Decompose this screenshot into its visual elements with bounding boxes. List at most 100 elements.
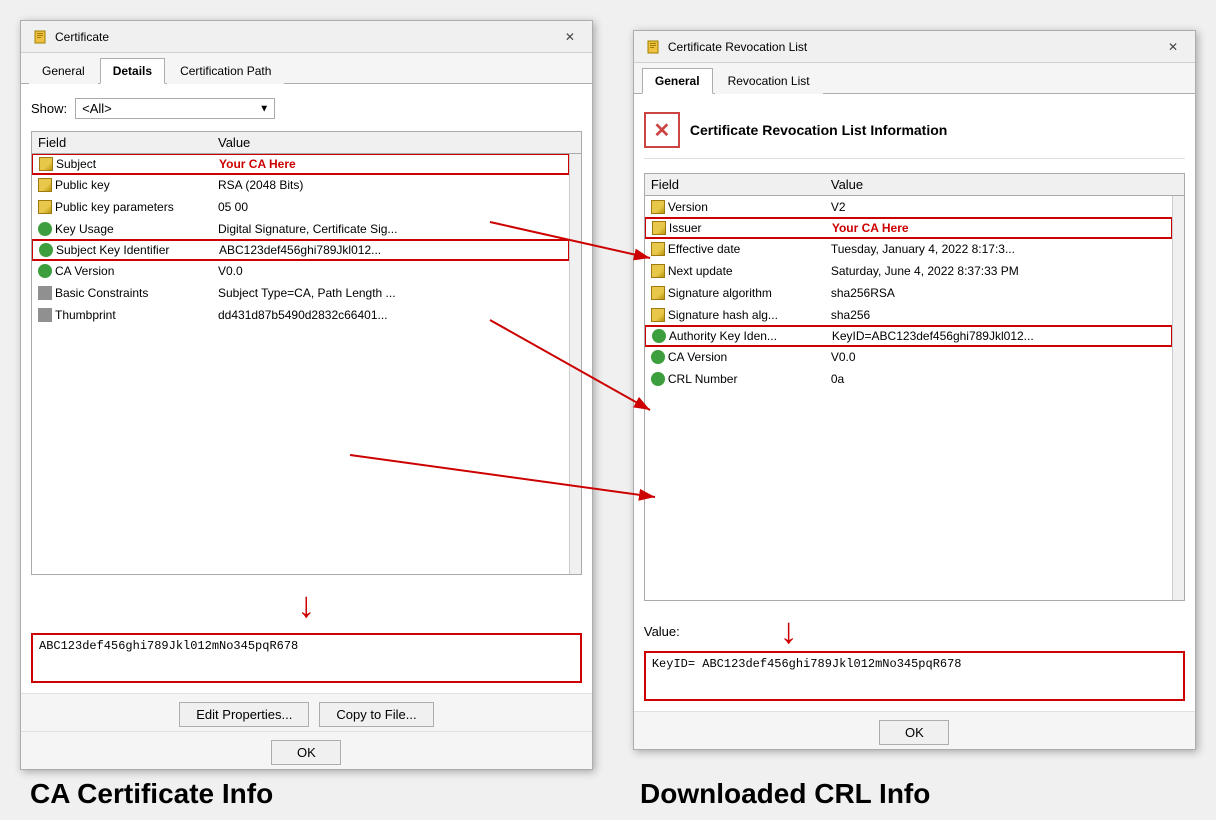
table-row[interactable]: Subject Your CA Here	[32, 154, 569, 175]
crl-row-field-6: Authority Key Iden...	[652, 329, 832, 343]
table-row[interactable]: Version V2	[645, 196, 1172, 218]
table-row[interactable]: Signature hash alg... sha256	[645, 304, 1172, 326]
cert-ok-button[interactable]: OK	[271, 740, 341, 765]
table-row[interactable]: CRL Number 0a	[645, 368, 1172, 390]
crl-row-icon-2	[651, 242, 665, 256]
crl-scrollbar[interactable]	[1172, 196, 1184, 600]
crl-row-value-8: 0a	[831, 372, 1166, 386]
crl-table-body: Version V2 Issuer Your CA Here	[645, 196, 1172, 600]
crl-col-field: Field	[651, 177, 831, 192]
cert-row-field-5: CA Version	[38, 264, 218, 278]
cert-table-header: Field Value	[32, 132, 581, 154]
crl-row-icon-0	[651, 200, 665, 214]
table-row[interactable]: Authority Key Iden... KeyID=ABC123def456…	[645, 325, 1172, 347]
crl-ok-button[interactable]: OK	[879, 720, 949, 745]
crl-row-icon-4	[651, 286, 665, 300]
cert-row-field-3: Key Usage	[38, 222, 218, 236]
crl-row-value-4: sha256RSA	[831, 286, 1166, 300]
certificate-close-button[interactable]: ✕	[560, 27, 580, 47]
crl-info-title: Certificate Revocation List Information	[690, 122, 947, 138]
cert-row-icon-1	[38, 178, 52, 192]
show-select-wrapper: <All> ▼	[75, 98, 275, 119]
crl-row-field-0: Version	[651, 200, 831, 214]
crl-row-field-8: CRL Number	[651, 372, 831, 386]
cert-row-value-4: ABC123def456ghi789Jkl012...	[219, 243, 562, 257]
tab-certification-path[interactable]: Certification Path	[167, 58, 284, 84]
table-row[interactable]: Public key parameters 05 00	[32, 196, 569, 218]
crl-row-icon-3	[651, 264, 665, 278]
crl-value-label: Value:	[644, 624, 680, 639]
table-row[interactable]: Signature algorithm sha256RSA	[645, 282, 1172, 304]
crl-row-field-7: CA Version	[651, 350, 831, 364]
crl-value-section: Value: ↓ KeyID= ABC123def456ghi789Jkl012…	[644, 609, 1185, 701]
table-row[interactable]: Public key RSA (2048 Bits)	[32, 174, 569, 196]
crl-row-field-2: Effective date	[651, 242, 831, 256]
table-row[interactable]: Next update Saturday, June 4, 2022 8:37:…	[645, 260, 1172, 282]
left-down-arrow: ↓	[297, 587, 315, 623]
tab-details-cert[interactable]: Details	[100, 58, 165, 84]
bottom-label-left-wrapper: CA Certificate Info	[0, 778, 610, 810]
crl-row-value-7: V0.0	[831, 350, 1166, 364]
table-row[interactable]: Thumbprint dd431d87b5490d2832c66401...	[32, 304, 569, 326]
cert-row-value-7: dd431d87b5490d2832c66401...	[218, 308, 563, 322]
table-row[interactable]: Subject Key Identifier ABC123def456ghi78…	[32, 239, 569, 261]
crl-table-scroll-area: Version V2 Issuer Your CA Here	[645, 196, 1184, 600]
cert-row-icon-2	[38, 200, 52, 214]
cert-scrollbar[interactable]	[569, 154, 581, 574]
certificate-dialog: Certificate ✕ General Details Certificat…	[20, 20, 593, 770]
crl-row-value-6: KeyID=ABC123def456ghi789Jkl012...	[832, 329, 1165, 343]
table-row[interactable]: Issuer Your CA Here	[645, 217, 1172, 239]
crl-row-icon-6	[652, 329, 666, 343]
crl-dialog-body: ✕ Certificate Revocation List Informatio…	[634, 94, 1195, 711]
copy-to-file-button[interactable]: Copy to File...	[319, 702, 433, 727]
cert-row-icon-7	[38, 308, 52, 322]
cert-value-text: ABC123def456ghi789Jkl012mNo345pqR678	[39, 639, 298, 653]
table-row[interactable]: Effective date Tuesday, January 4, 2022 …	[645, 238, 1172, 260]
certificate-dialog-body: Show: <All> ▼ Field Value	[21, 84, 592, 693]
cert-row-icon-6	[38, 286, 52, 300]
crl-row-icon-5	[651, 308, 665, 322]
crl-dialog: Certificate Revocation List ✕ General Re…	[633, 30, 1196, 750]
show-row: Show: <All> ▼	[31, 94, 582, 123]
table-row[interactable]: CA Version V0.0	[32, 260, 569, 282]
crl-close-button[interactable]: ✕	[1163, 37, 1183, 57]
cert-row-value-2: 05 00	[218, 200, 563, 214]
cert-row-field-6: Basic Constraints	[38, 286, 218, 300]
cert-row-value-0: Your CA Here	[219, 157, 562, 171]
cert-row-icon-4	[39, 243, 53, 257]
crl-title-text: Certificate Revocation List	[668, 40, 807, 54]
crl-row-field-4: Signature algorithm	[651, 286, 831, 300]
cert-ok-row: OK	[21, 731, 592, 769]
cert-title-icon	[33, 29, 49, 45]
crl-row-value-2: Tuesday, January 4, 2022 8:17:3...	[831, 242, 1166, 256]
table-row[interactable]: Key Usage Digital Signature, Certificate…	[32, 218, 569, 240]
cert-row-icon-5	[38, 264, 52, 278]
crl-title-bar: Certificate Revocation List ✕	[634, 31, 1195, 63]
cert-row-value-3: Digital Signature, Certificate Sig...	[218, 222, 563, 236]
cert-row-icon-3	[38, 222, 52, 236]
crl-row-value-0: V2	[831, 200, 1166, 214]
crl-title-icon	[646, 39, 662, 55]
crl-row-icon-8	[651, 372, 665, 386]
tab-general-crl[interactable]: General	[642, 68, 713, 94]
crl-info-header: ✕ Certificate Revocation List Informatio…	[644, 104, 1185, 159]
crl-value-text: KeyID= ABC123def456ghi789Jkl012mNo345pqR…	[652, 657, 962, 671]
crl-ok-row: OK	[634, 711, 1195, 749]
crl-tab-bar: General Revocation List	[634, 63, 1195, 94]
tab-revocation-list[interactable]: Revocation List	[715, 68, 823, 94]
cert-col-field: Field	[38, 135, 218, 150]
show-select[interactable]: <All>	[75, 98, 275, 119]
cert-row-field-2: Public key parameters	[38, 200, 218, 214]
edit-properties-button[interactable]: Edit Properties...	[179, 702, 309, 727]
crl-table-header: Field Value	[645, 174, 1184, 196]
right-down-arrow: ↓	[780, 613, 798, 649]
table-row[interactable]: CA Version V0.0	[645, 346, 1172, 368]
cert-row-field-1: Public key	[38, 178, 218, 192]
crl-icon-box: ✕	[644, 112, 680, 148]
table-row[interactable]: Basic Constraints Subject Type=CA, Path …	[32, 282, 569, 304]
crl-x-icon: ✕	[653, 118, 670, 143]
tab-general-cert[interactable]: General	[29, 58, 98, 84]
cert-table-scroll-area: Subject Your CA Here Public key RSA (204…	[32, 154, 581, 574]
crl-value-box: KeyID= ABC123def456ghi789Jkl012mNo345pqR…	[644, 651, 1185, 701]
cert-row-value-6: Subject Type=CA, Path Length ...	[218, 286, 563, 300]
